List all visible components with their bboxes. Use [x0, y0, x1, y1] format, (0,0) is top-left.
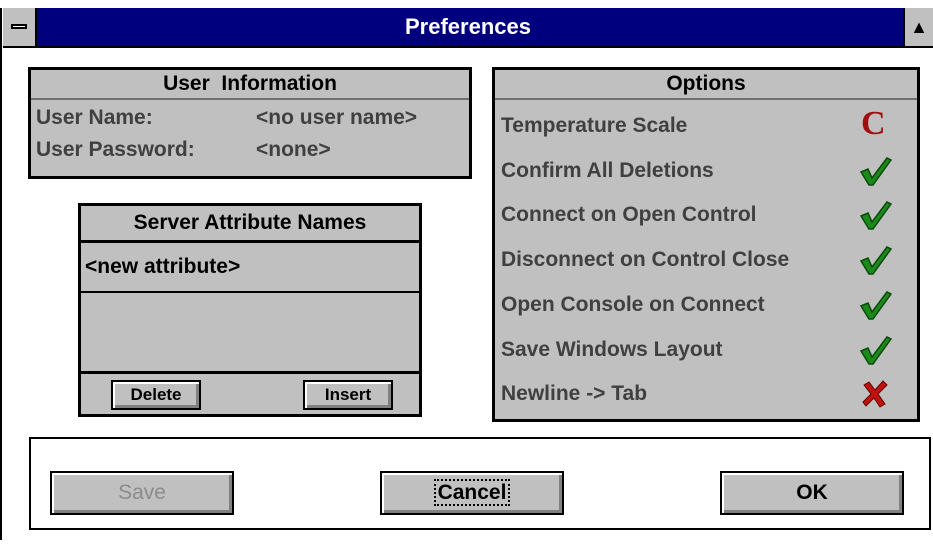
checkmark-icon: [859, 156, 893, 186]
option-label: Open Console on Connect: [501, 292, 765, 316]
option-row[interactable]: Open Console on Connect: [495, 284, 917, 328]
user-name-value[interactable]: <no user name>: [256, 106, 417, 130]
checkmark-icon[interactable]: [855, 196, 899, 236]
list-item[interactable]: <new attribute>: [81, 243, 419, 293]
temperature-scale-letter: C: [861, 105, 886, 142]
user-name-label: User Name:: [36, 106, 153, 129]
cross-icon[interactable]: [855, 375, 899, 415]
save-button[interactable]: Save: [50, 471, 234, 515]
user-password-value[interactable]: <none>: [256, 138, 331, 162]
system-menu-button[interactable]: [3, 8, 37, 48]
server-attribute-list[interactable]: <new attribute>: [81, 240, 419, 374]
option-label: Newline -> Tab: [501, 382, 648, 406]
user-information-header: User Information: [31, 70, 469, 100]
options-panel: Options Temperature Scale C Confirm All De…: [492, 67, 920, 422]
server-attribute-header: Server Attribute Names: [133, 211, 367, 234]
cross-icon: [862, 380, 888, 408]
user-information-panel: User Information User Name: <no user nam…: [28, 67, 472, 179]
insert-button[interactable]: Insert: [303, 380, 393, 410]
option-row[interactable]: Connect on Open Control: [495, 194, 917, 238]
option-row[interactable]: Save Windows Layout: [495, 329, 917, 373]
delete-button[interactable]: Delete: [111, 380, 201, 410]
temperature-scale-indicator[interactable]: C: [855, 105, 899, 147]
checkmark-icon[interactable]: [855, 331, 899, 371]
system-menu-icon: [11, 24, 27, 29]
server-attribute-panel: Server Attribute Names <new attribute> D…: [78, 203, 422, 417]
checkmark-icon: [859, 246, 893, 275]
checkmark-icon: [859, 335, 893, 365]
triangle-up-icon: ▲: [910, 17, 928, 37]
option-row[interactable]: Newline -> Tab: [495, 373, 917, 417]
option-label: Connect on Open Control: [501, 203, 757, 227]
window-frame-top: [0, 0, 933, 8]
checkmark-icon[interactable]: [855, 152, 899, 192]
options-header: Options: [495, 70, 917, 100]
window-left-edge: [0, 8, 3, 540]
cancel-button[interactable]: Cancel: [380, 471, 564, 515]
checkmark-icon[interactable]: [855, 286, 899, 326]
option-row[interactable]: Confirm All Deletions: [495, 150, 917, 194]
option-label: Disconnect on Control Close: [501, 248, 790, 272]
option-row[interactable]: Disconnect on Control Close: [495, 239, 917, 283]
checkmark-icon: [859, 201, 893, 231]
cancel-label: Cancel: [433, 479, 511, 506]
option-row[interactable]: Temperature Scale C: [495, 105, 917, 149]
option-label: Temperature Scale: [501, 114, 688, 137]
maximize-button[interactable]: ▲: [903, 8, 933, 48]
checkmark-icon: [859, 290, 893, 320]
option-label: Save Windows Layout: [501, 337, 723, 361]
user-password-label: User Password:: [36, 138, 195, 161]
ok-button[interactable]: OK: [720, 471, 904, 515]
option-label: Confirm All Deletions: [501, 158, 714, 182]
window-title: Preferences: [405, 14, 531, 39]
checkmark-icon[interactable]: [855, 241, 899, 281]
